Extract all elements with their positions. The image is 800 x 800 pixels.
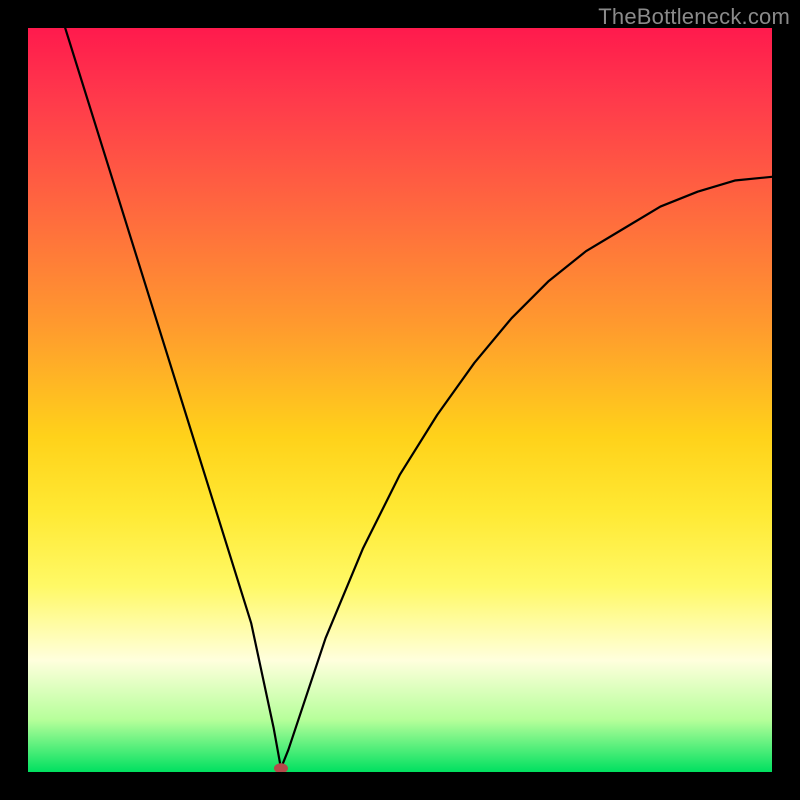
watermark-text: TheBottleneck.com: [598, 4, 790, 30]
curve-svg: [28, 28, 772, 772]
chart-container: TheBottleneck.com: [0, 0, 800, 800]
bottleneck-curve: [65, 28, 772, 768]
plot-area: [28, 28, 772, 772]
optimal-point-marker: [274, 763, 288, 772]
